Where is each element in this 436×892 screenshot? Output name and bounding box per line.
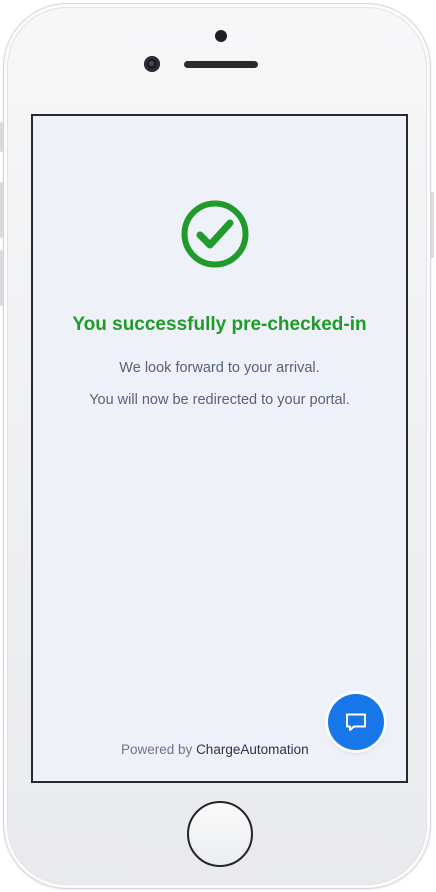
home-button[interactable] [187, 801, 253, 867]
powered-by-label: Powered by [121, 742, 193, 757]
mute-switch [0, 122, 3, 152]
check-circle-icon [181, 200, 249, 268]
front-camera [144, 56, 160, 72]
screen: You successfully pre-checked-in We look … [31, 114, 408, 783]
rear-sensor [215, 30, 227, 42]
volume-down-button [0, 250, 3, 306]
brand-link[interactable]: ChargeAutomation [196, 742, 309, 757]
chat-bubble-icon [346, 713, 366, 731]
volume-up-button [0, 182, 3, 238]
power-button [431, 192, 434, 258]
phone-frame: You successfully pre-checked-in We look … [0, 3, 434, 889]
earpiece-speaker [184, 61, 258, 68]
redirect-message: You will now be redirected to your porta… [89, 392, 350, 408]
chat-button[interactable] [328, 694, 384, 750]
powered-by-footer: Powered by ChargeAutomation [121, 742, 309, 757]
success-title: You successfully pre-checked-in [72, 314, 367, 335]
arrival-message: We look forward to your arrival. [119, 360, 320, 376]
